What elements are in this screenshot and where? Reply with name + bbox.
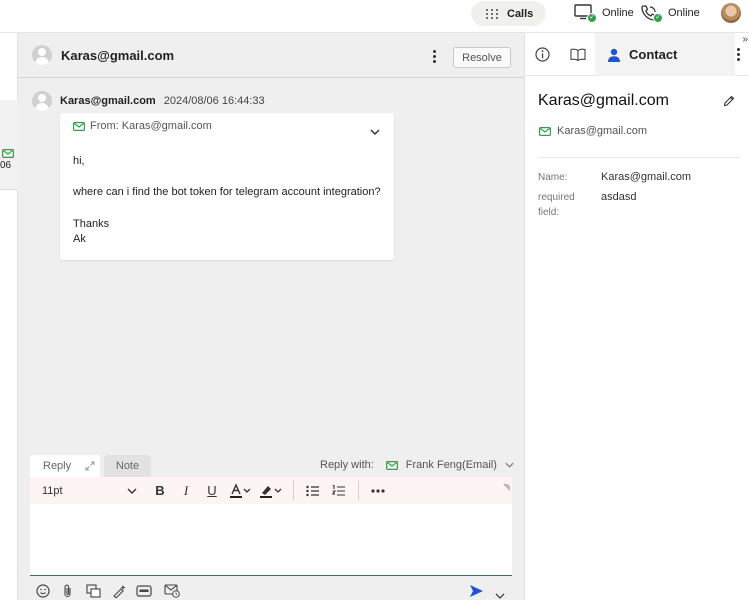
message-line: Thanks [73, 217, 110, 230]
more-horizontal-icon [371, 488, 385, 493]
more-options-icon[interactable] [429, 50, 439, 63]
contact-email[interactable]: Karas@gmail.com [539, 125, 647, 137]
send-options-chevron-icon[interactable] [495, 586, 505, 600]
phone-icon: ✓ [640, 4, 663, 23]
more-formatting-button[interactable] [369, 481, 387, 501]
tab-contact[interactable]: Contact [595, 33, 735, 76]
chevron-down-icon[interactable] [370, 122, 380, 140]
numbered-list-icon [332, 484, 345, 496]
send-icon[interactable] [469, 584, 484, 600]
tab-reply-label: Reply [43, 460, 72, 472]
list-item-date-fragment: 06 [0, 160, 12, 171]
phone-status-label: Online [668, 7, 700, 19]
dialpad-icon [486, 8, 499, 19]
mail-icon [539, 126, 551, 136]
chevron-down-icon [505, 462, 514, 468]
online-check-icon: ✓ [587, 13, 597, 23]
reply-with[interactable]: Reply with: Frank Feng(Email) [320, 459, 514, 471]
numbered-list-button[interactable] [330, 481, 348, 501]
message-line: where can i find the bot token for teleg… [73, 186, 381, 199]
agent-status[interactable]: ✓ Online [574, 4, 634, 23]
field-label-required: required field: [538, 192, 575, 218]
user-avatar[interactable] [721, 3, 741, 23]
underline-button[interactable]: U [203, 481, 221, 501]
toolbar-divider [293, 481, 294, 500]
message-header: Karas@gmail.com 2024/08/06 16:44:33 [32, 91, 265, 111]
conversation-header: Karas@gmail.com Resolve [18, 33, 524, 78]
conversation-list-panel: 06 [0, 33, 18, 600]
conversation-title: Karas@gmail.com [61, 47, 175, 63]
bold-button[interactable]: B [151, 481, 169, 501]
conversation-panel: Karas@gmail.com Resolve Karas@gmail.com … [18, 33, 524, 600]
message-line: Ak [73, 233, 86, 246]
toolbar-divider [358, 481, 359, 500]
contact-panel: Contact » Karas@gmail.com Karas@gmail.co… [524, 33, 749, 600]
canned-response-icon[interactable] [136, 584, 152, 600]
font-size-select[interactable]: 11pt [42, 485, 137, 497]
formatting-toolbar: 11pt B I U [30, 477, 512, 504]
italic-button[interactable]: I [177, 481, 195, 501]
resize-handle-icon[interactable] [503, 478, 511, 496]
info-icon [535, 47, 550, 62]
attachment-icon[interactable] [62, 584, 74, 600]
calls-label: Calls [507, 7, 534, 20]
agent-status-label: Online [602, 7, 634, 19]
resolve-button[interactable]: Resolve [453, 47, 511, 68]
ai-assist-icon[interactable] [112, 584, 127, 600]
bullet-list-icon [306, 485, 319, 496]
sender-avatar [32, 91, 52, 111]
monitor-icon: ✓ [574, 4, 597, 23]
tab-note[interactable]: Note [104, 455, 151, 477]
field-value-name: Karas@gmail.com [601, 171, 692, 183]
more-options-icon[interactable] [733, 48, 743, 61]
email-message-card: From: Karas@gmail.com hi, where can i fi… [60, 113, 394, 260]
field-value-required: asdasd [601, 191, 637, 203]
phone-status[interactable]: ✓ Online [640, 4, 700, 23]
font-color-icon [230, 482, 251, 498]
tab-contact-label: Contact [629, 47, 678, 62]
collapse-panel-icon[interactable]: » [742, 34, 748, 45]
tab-info[interactable] [525, 33, 560, 76]
contact-name: Karas@gmail.com [538, 92, 669, 109]
reply-with-value: Frank Feng(Email) [405, 459, 497, 471]
tab-reply[interactable]: Reply [30, 455, 100, 477]
message-line: hi, [73, 155, 85, 167]
expand-icon[interactable] [85, 461, 95, 471]
book-icon [569, 48, 586, 61]
message-line [73, 170, 381, 186]
reply-editor[interactable]: 11pt B I U [30, 477, 512, 576]
top-bar: Calls ✓ Online ✓ Online [0, 0, 749, 33]
message-sender: Karas@gmail.com [60, 95, 156, 107]
schedule-email-icon[interactable] [164, 584, 180, 600]
tab-knowledge-base[interactable] [560, 33, 595, 76]
contact-person-icon [608, 48, 620, 62]
divider [538, 157, 740, 158]
composer-actions [18, 582, 524, 600]
message-from: From: Karas@gmail.com [90, 120, 212, 132]
online-check-icon: ✓ [653, 13, 663, 23]
mail-icon [385, 460, 398, 470]
contact-email-value: Karas@gmail.com [557, 125, 648, 137]
reply-with-label: Reply with: [320, 459, 374, 471]
field-label-name: Name: [538, 172, 568, 183]
right-panel-tabs: Contact » [525, 33, 749, 76]
calls-button[interactable]: Calls [471, 1, 546, 26]
emoji-icon[interactable] [36, 584, 50, 600]
font-color-button[interactable] [229, 481, 251, 501]
bullet-list-button[interactable] [304, 481, 322, 501]
font-size-value: 11pt [42, 484, 63, 497]
message-line [73, 201, 381, 217]
reply-tabs: Reply Note [30, 455, 151, 477]
message-timestamp: 2024/08/06 16:44:33 [163, 95, 265, 107]
highlight-icon [260, 485, 282, 498]
template-icon[interactable] [86, 584, 101, 600]
message-from-line: From: Karas@gmail.com [73, 120, 212, 132]
highlight-button[interactable] [259, 481, 283, 501]
message-body: hi, where can i find the bot token for t… [73, 154, 381, 248]
mail-icon [73, 121, 85, 131]
chevron-down-icon [127, 488, 137, 494]
edit-pencil-icon[interactable] [723, 94, 735, 112]
contact-avatar [32, 45, 52, 65]
